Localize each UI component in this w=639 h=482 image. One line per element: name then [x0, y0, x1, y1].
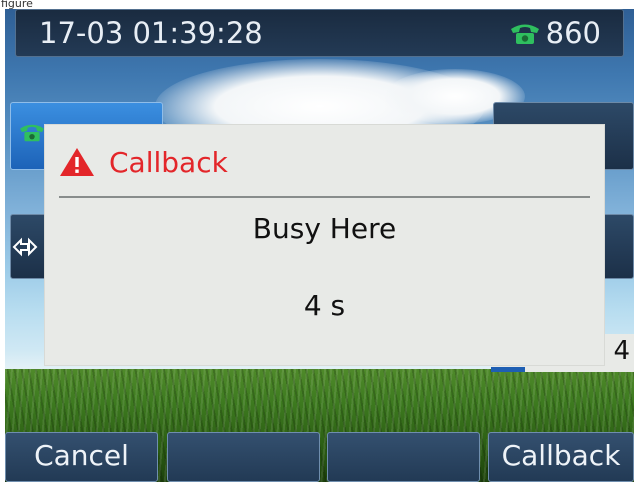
status-bar: 17-03 01:39:28 860 [15, 9, 624, 57]
figure-caption: figure [1, 0, 33, 9]
cancel-softkey[interactable]: Cancel [5, 432, 158, 482]
empty-softkey-2[interactable] [167, 432, 320, 482]
warning-icon [60, 148, 94, 176]
callback-dialog: Callback Busy Here 4 s [45, 125, 604, 365]
dialog-countdown: 4 s [303, 289, 346, 322]
phone-icon [510, 24, 539, 44]
line-key-indicator [491, 367, 525, 372]
callback-softkey[interactable]: Callback [488, 432, 634, 482]
phone-screen: 17-03 01:39:28 860 4 Callback Busy Here … [5, 9, 634, 482]
line-key-value: 4 [613, 336, 630, 366]
status-account: 860 [508, 16, 601, 50]
account-number: 860 [545, 16, 601, 50]
dialog-header: Callback [45, 125, 604, 193]
status-datetime: 17-03 01:39:28 [39, 16, 263, 50]
softkey-bar: Cancel Callback [5, 432, 634, 482]
transfer-icon [12, 237, 38, 257]
dialog-title: Callback [109, 146, 228, 179]
phone-icon [20, 124, 44, 142]
dialog-divider [59, 196, 590, 198]
empty-softkey-3[interactable] [327, 432, 480, 482]
dialog-message: Busy Here [252, 212, 397, 245]
